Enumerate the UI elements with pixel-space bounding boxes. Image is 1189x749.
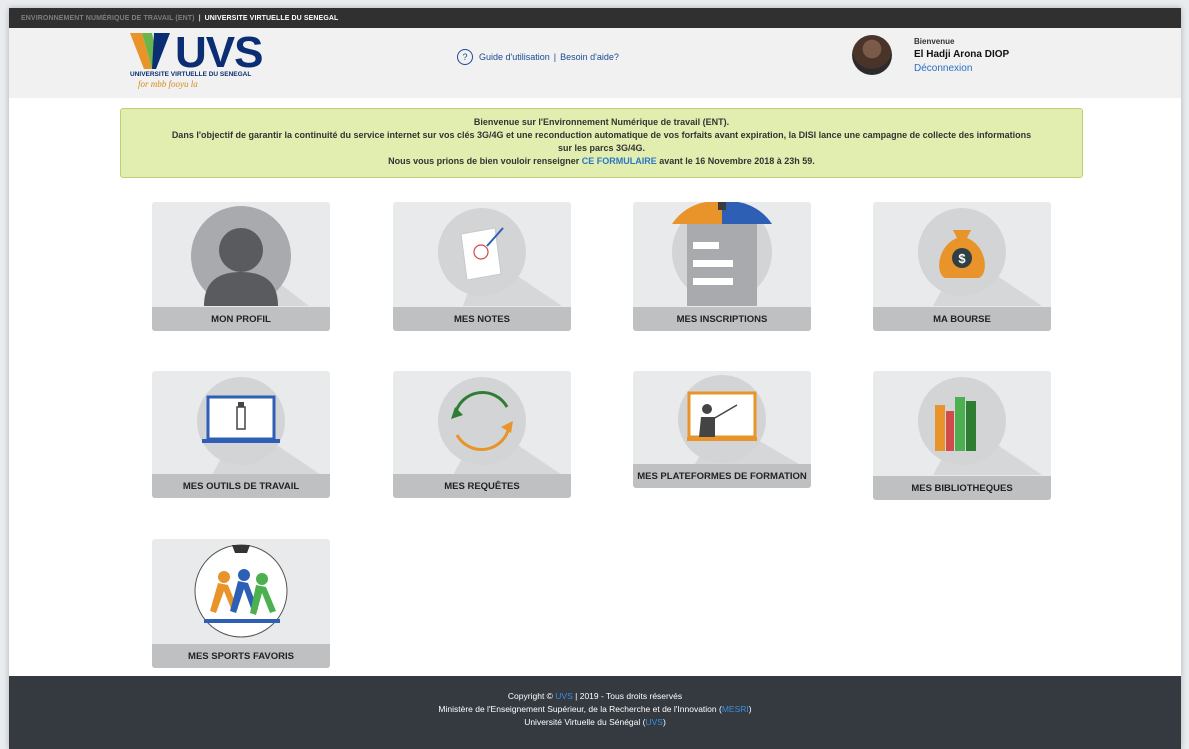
tile-art — [393, 202, 571, 306]
topbar-separator: | — [198, 14, 201, 22]
university-label: UNIVERSITE VIRTUELLE DU SENEGAL — [204, 14, 339, 22]
tile-mes-sports[interactable]: MES SPORTS FAVORIS — [152, 539, 330, 668]
tile-art — [633, 371, 811, 475]
app-frame: ENVIRONNEMENT NUMÉRIQUE DE TRAVAIL (ENT)… — [9, 8, 1181, 749]
notice-line-1: Bienvenue sur l'Environnement Numérique … — [473, 117, 730, 127]
tile-ma-bourse[interactable]: $ MA BOURSE — [873, 202, 1051, 331]
ent-label: ENVIRONNEMENT NUMÉRIQUE DE TRAVAIL (ENT) — [21, 14, 195, 22]
copyright-rights: | 2019 - Tous droits réservés — [572, 691, 683, 701]
notice-line-2: Dans l'objectif de garantir la continuit… — [171, 130, 1032, 140]
tile-label: MES PLATEFORMES DE FORMATION — [633, 464, 811, 488]
tile-art — [873, 371, 1051, 475]
tile-mes-inscriptions[interactable]: MES INSCRIPTIONS — [633, 202, 811, 331]
tile-label: MES BIBLIOTHEQUES — [873, 476, 1051, 500]
tile-art — [152, 539, 330, 643]
notice-line-3: sur les parcs 3G/4G. — [557, 143, 646, 153]
university-close: ) — [662, 717, 666, 727]
footer-ministry: Ministère de l'Enseignement Supérieur, d… — [9, 703, 1181, 716]
tile-label: MON PROFIL — [152, 307, 330, 331]
refresh-arrows-icon — [438, 377, 571, 475]
footer-copyright: Copyright © UVS | 2019 - Tous droits rés… — [9, 690, 1181, 703]
user-icon — [191, 206, 330, 306]
user-name: El Hadji Arona DIOP — [914, 49, 1010, 60]
tile-label: MA BOURSE — [873, 307, 1051, 331]
tile-label: MES OUTILS DE TRAVAIL — [152, 474, 330, 498]
support-link[interactable]: Besoin d'aide? — [560, 52, 619, 62]
logo-subtitle: UNIVERSITE VIRTUELLE DU SENEGAL — [130, 71, 252, 78]
money-bag-icon: $ — [918, 208, 1051, 306]
tile-label: MES SPORTS FAVORIS — [152, 644, 330, 668]
tile-label: MES INSCRIPTIONS — [633, 307, 811, 331]
question-icon: ? — [457, 49, 473, 65]
logo-tagline: for mbb fooyu la — [138, 79, 198, 89]
user-panel: Bienvenue El Hadji Arona DIOP Déconnexio… — [852, 35, 1009, 75]
ministry-close: ) — [748, 704, 752, 714]
avatar — [852, 35, 892, 75]
logout-link[interactable]: Déconnexion — [914, 63, 1009, 74]
help-separator: | — [553, 52, 557, 62]
notice-text-after: avant le 16 Novembre 2018 à 23h 59. — [656, 156, 815, 166]
notice-line-4: Nous vous prions de bien vouloir renseig… — [121, 155, 1082, 168]
tile-mon-profil[interactable]: MON PROFIL — [152, 202, 330, 331]
laptop-usb-icon — [197, 377, 330, 475]
runners-icon — [194, 544, 288, 638]
copyright-text: Copyright © — [507, 691, 556, 701]
guide-link[interactable]: Guide d'utilisation — [479, 52, 550, 62]
clipboard-icon — [672, 202, 772, 306]
logo-mark-icon — [130, 33, 170, 69]
tile-label: MES NOTES — [393, 307, 571, 331]
top-bar: ENVIRONNEMENT NUMÉRIQUE DE TRAVAIL (ENT)… — [9, 8, 1181, 28]
uvs-logo[interactable]: UVS UNIVERSITE VIRTUELLE DU SENEGAL for … — [130, 28, 263, 93]
svg-text:$: $ — [958, 251, 966, 266]
books-icon — [918, 377, 1051, 475]
tile-mes-outils[interactable]: MES OUTILS DE TRAVAIL — [152, 371, 330, 498]
form-link[interactable]: CE FORMULAIRE — [582, 156, 657, 166]
footer-uvs-link-2[interactable]: UVS — [645, 717, 662, 727]
notice-banner: Bienvenue sur l'Environnement Numérique … — [120, 108, 1083, 178]
tile-art — [152, 202, 330, 306]
footer: Copyright © UVS | 2019 - Tous droits rés… — [9, 676, 1181, 749]
help-links: ? Guide d'utilisation | Besoin d'aide? — [457, 49, 619, 65]
footer-university: Université Virtuelle du Sénégal (UVS) — [9, 716, 1181, 729]
welcome-text: Bienvenue — [914, 37, 955, 46]
tile-art — [633, 202, 811, 306]
tile-art — [393, 371, 571, 475]
university-text: Université Virtuelle du Sénégal ( — [524, 717, 646, 727]
footer-mesri-link[interactable]: MESRI — [722, 704, 749, 714]
tile-mes-notes[interactable]: MES NOTES — [393, 202, 571, 331]
user-info: Bienvenue El Hadji Arona DIOP Déconnexio… — [914, 37, 1009, 75]
ministry-text: Ministère de l'Enseignement Supérieur, d… — [438, 704, 722, 714]
tile-art — [152, 371, 330, 475]
footer-uvs-link[interactable]: UVS — [555, 691, 572, 701]
tile-mes-plateformes[interactable]: MES PLATEFORMES DE FORMATION — [633, 371, 811, 488]
tile-mes-requetes[interactable]: MES REQUÊTES — [393, 371, 571, 498]
tile-label: MES REQUÊTES — [393, 474, 571, 498]
grade-sheet-icon — [438, 208, 571, 306]
presentation-board-icon — [678, 375, 811, 471]
tile-mes-bibliotheques[interactable]: MES BIBLIOTHEQUES — [873, 371, 1051, 500]
header: UVS UNIVERSITE VIRTUELLE DU SENEGAL for … — [9, 28, 1181, 98]
notice-text-before: Nous vous prions de bien vouloir renseig… — [388, 156, 582, 166]
tile-art: $ — [873, 202, 1051, 306]
